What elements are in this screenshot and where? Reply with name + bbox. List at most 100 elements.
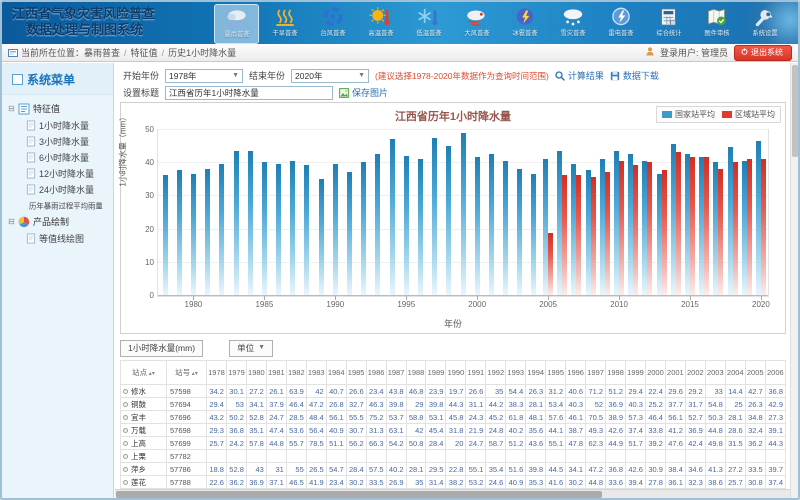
col-header-year-1985[interactable]: 1985 <box>346 361 366 385</box>
station-name[interactable]: 铜鼓 <box>121 398 167 411</box>
bar-regional-2013[interactable] <box>662 170 667 295</box>
bar-regional-2017[interactable] <box>718 169 723 295</box>
col-header-year-1980[interactable]: 1980 <box>246 361 266 385</box>
col-header-year-1994[interactable]: 1994 <box>526 361 546 385</box>
bar-national-1985[interactable] <box>262 162 267 295</box>
col-header-year-2000[interactable]: 2000 <box>645 361 665 385</box>
chart-title-input[interactable] <box>165 86 333 100</box>
station-radio[interactable] <box>123 454 128 459</box>
col-header-year-2006[interactable]: 2006 <box>765 361 785 385</box>
bar-national-1980[interactable] <box>191 174 196 295</box>
table-row[interactable]: 萍乡5778618.852.843315526.554.728.457.540.… <box>121 463 786 476</box>
tree-leaf-1-5[interactable]: 24小时降水量 <box>8 181 111 197</box>
tree-leaf-1-6[interactable]: 历年暴雨过程平均雨量 <box>8 197 111 213</box>
bar-regional-2008[interactable] <box>591 177 596 295</box>
col-header-year-1979[interactable]: 1979 <box>226 361 246 385</box>
col-header-year-2005[interactable]: 2005 <box>745 361 765 385</box>
table-row[interactable]: 上高5769925.724.257.844.855.778.551.156.26… <box>121 437 786 450</box>
col-header-year-1995[interactable]: 1995 <box>546 361 566 385</box>
bar-national-1988[interactable] <box>304 165 309 295</box>
bar-national-1978[interactable] <box>163 175 168 295</box>
toolbar-item-1[interactable]: 暴雨普查 <box>214 4 259 44</box>
tree-leaf-1-3[interactable]: 6小时降水量 <box>8 149 111 165</box>
breadcrumb-item-1[interactable]: 暴雨普查 <box>84 46 120 59</box>
bar-national-1982[interactable] <box>219 164 224 295</box>
station-radio[interactable] <box>123 389 128 394</box>
bar-regional-2012[interactable] <box>647 162 652 295</box>
table-row[interactable]: 铜鼓5769429.45334.137.946.447.226.832.746.… <box>121 398 786 411</box>
bar-national-1992[interactable] <box>361 162 366 295</box>
station-name[interactable]: 宜丰 <box>121 411 167 424</box>
bar-national-1987[interactable] <box>290 161 295 295</box>
col-header-year-1986[interactable]: 1986 <box>366 361 386 385</box>
toolbar-item-7[interactable]: 冰雹普查 <box>502 4 547 44</box>
bar-national-2003[interactable] <box>517 169 522 295</box>
tree-node-1[interactable]: ⊟特征值 <box>8 100 111 117</box>
col-header-year-1982[interactable]: 1982 <box>286 361 306 385</box>
col-header-station-id[interactable]: 站号 ▴▾ <box>167 361 207 385</box>
bar-national-1997[interactable] <box>432 138 437 295</box>
station-name[interactable]: 万载 <box>121 424 167 437</box>
tree-leaf-1-2[interactable]: 3小时降水量 <box>8 133 111 149</box>
toolbar-item-5[interactable]: 低温普查 <box>406 4 451 44</box>
tree-expand-icon[interactable]: ⊟ <box>8 104 15 113</box>
bar-national-1996[interactable] <box>418 159 423 295</box>
bar-national-1998[interactable] <box>446 146 451 295</box>
col-header-year-2001[interactable]: 2001 <box>665 361 685 385</box>
bar-regional-2007[interactable] <box>576 175 581 295</box>
toolbar-item-10[interactable]: 综合统计 <box>646 4 691 44</box>
col-header-year-1998[interactable]: 1998 <box>606 361 626 385</box>
bar-regional-2014[interactable] <box>676 152 681 295</box>
toolbar-item-11[interactable]: 图件审核 <box>694 4 739 44</box>
bar-national-1984[interactable] <box>248 151 253 295</box>
station-name[interactable]: 萍乡 <box>121 463 167 476</box>
toolbar-item-6[interactable]: 大风普查 <box>454 4 499 44</box>
bar-national-1981[interactable] <box>205 169 210 295</box>
bar-national-1991[interactable] <box>347 172 352 295</box>
station-radio[interactable] <box>123 441 128 446</box>
col-header-year-1997[interactable]: 1997 <box>586 361 606 385</box>
unit-select[interactable]: 单位▼ <box>229 340 273 357</box>
sort-icon[interactable]: ▴▾ <box>190 371 198 377</box>
station-radio[interactable] <box>123 415 128 420</box>
bar-national-1990[interactable] <box>333 164 338 295</box>
col-header-year-1978[interactable]: 1978 <box>207 361 227 385</box>
tree-expand-icon[interactable]: ⊟ <box>8 217 15 226</box>
bar-regional-2010[interactable] <box>619 161 624 295</box>
bar-regional-2020[interactable] <box>761 159 766 295</box>
col-header-year-1988[interactable]: 1988 <box>406 361 426 385</box>
col-header-year-2002[interactable]: 2002 <box>685 361 705 385</box>
station-name[interactable]: 上高 <box>121 437 167 450</box>
tree-leaf-1-4[interactable]: 12小时降水量 <box>8 165 111 181</box>
tree-node-2[interactable]: ⊟产品绘制 <box>8 213 111 230</box>
bar-national-1995[interactable] <box>404 156 409 295</box>
station-radio[interactable] <box>123 402 128 407</box>
bar-national-2000[interactable] <box>475 157 480 295</box>
bar-national-1986[interactable] <box>276 164 281 295</box>
dataset-tab[interactable]: 1小时降水量(mm) <box>120 340 203 357</box>
toolbar-item-2[interactable]: 干旱普查 <box>262 4 307 44</box>
table-row[interactable]: 修水5759834.230.127.226.163.94240.726.623.… <box>121 385 786 398</box>
breadcrumb-item-2[interactable]: 特征值 <box>131 46 158 59</box>
col-header-year-1987[interactable]: 1987 <box>386 361 406 385</box>
bar-regional-2016[interactable] <box>704 157 709 295</box>
sort-icon[interactable]: ▴▾ <box>147 371 155 377</box>
vertical-scrollbar[interactable] <box>790 63 798 498</box>
station-radio[interactable] <box>123 480 128 485</box>
bar-regional-2011[interactable] <box>633 165 638 295</box>
col-header-year-2004[interactable]: 2004 <box>725 361 745 385</box>
start-year-select[interactable]: 1978年▼ <box>165 69 243 83</box>
bar-regional-2019[interactable] <box>747 159 752 295</box>
station-name[interactable]: 上栗 <box>121 450 167 463</box>
bar-national-2004[interactable] <box>531 174 536 295</box>
col-header-station[interactable]: 站点 ▴▾ <box>121 361 167 385</box>
col-header-year-1996[interactable]: 1996 <box>566 361 586 385</box>
col-header-year-1983[interactable]: 1983 <box>306 361 326 385</box>
vertical-scrollbar-thumb[interactable] <box>792 65 798 157</box>
table-row[interactable]: 万载5769829.336.835.147.453.656.440.930.73… <box>121 424 786 437</box>
bar-regional-2018[interactable] <box>733 162 738 295</box>
toolbar-item-3[interactable]: 台风普查 <box>310 4 355 44</box>
bar-national-1979[interactable] <box>177 170 182 295</box>
calculate-button[interactable]: 计算结果 <box>555 69 604 82</box>
toolbar-item-9[interactable]: 雷电普查 <box>598 4 643 44</box>
